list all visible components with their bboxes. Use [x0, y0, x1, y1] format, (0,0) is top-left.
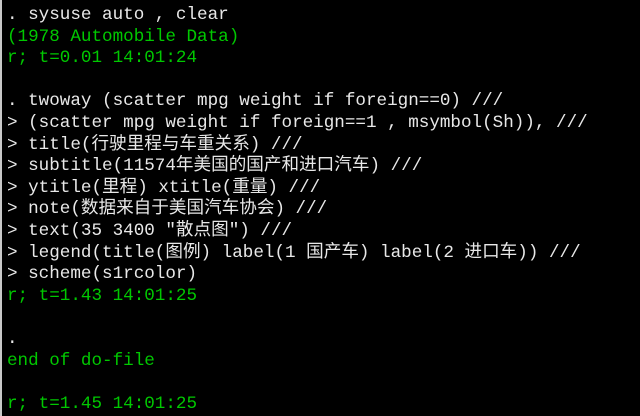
console-line-timer: r; t=0.01 14:01:24 [7, 48, 198, 69]
console-line-continuation: > ytitle(里程) xtitle(重量) /// [7, 177, 321, 198]
console-line-continuation: > (scatter mpg weight if foreign==1 , ms… [7, 112, 588, 133]
console-line-timer: r; t=1.43 14:01:25 [7, 285, 198, 306]
window-left-border [0, 0, 2, 416]
console-line-continuation: > legend(title(图例) label(1 国产车) label(2 … [7, 242, 581, 263]
console-line-result: end of do-file [7, 350, 155, 371]
console-line-command: . sysuse auto , clear [7, 5, 229, 25]
console-line-continuation: > text(35 3400 "散点图") /// [7, 220, 293, 241]
console-line-result: (1978 Automobile Data) [7, 26, 240, 47]
console-line-continuation: > note(数据来自于美国汽车协会) /// [7, 199, 328, 220]
console-line-command: . twoway (scatter mpg weight if foreign=… [7, 91, 504, 112]
console-line-continuation: > subtitle(11574年美国的国产和进口汽车) /// [7, 156, 423, 177]
console-line-timer: r; t=1.45 14:01:25 [7, 393, 198, 414]
console-line-continuation: > title(行驶里程与车重关系) /// [7, 134, 303, 155]
console-line-continuation: > scheme(s1rcolor) [7, 264, 198, 285]
results-console[interactable]: . sysuse auto , clear (1978 Automobile D… [7, 5, 640, 415]
console-line-command: . [7, 328, 18, 349]
